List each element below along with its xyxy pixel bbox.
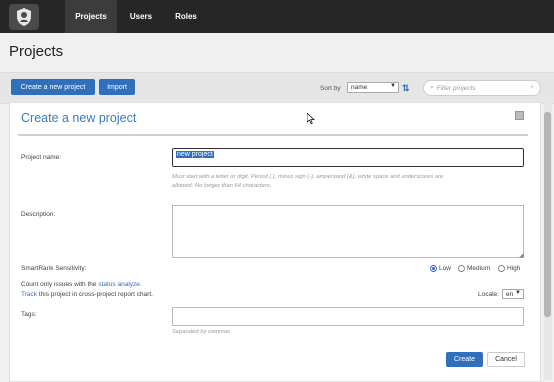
nav-tab-roles[interactable]: Roles [167, 0, 205, 33]
radio-low-label: Low [439, 265, 451, 272]
close-icon[interactable] [515, 111, 524, 120]
nav-tab-roles-label: Roles [175, 12, 197, 21]
status-analyze-link[interactable]: status analyze. [98, 281, 141, 288]
filter-projects-input[interactable]: ⌕ Filter projects × [423, 80, 541, 96]
filter-placeholder: Filter projects [436, 84, 476, 92]
sort-by-label: Sort by [320, 85, 341, 92]
chevron-down-icon: ▼ [515, 290, 521, 296]
locale-select[interactable]: en ▼ [502, 289, 524, 299]
scrollbar-thumb[interactable] [544, 112, 551, 317]
radio-low[interactable] [430, 265, 437, 272]
radio-high-label: High [507, 265, 521, 272]
description-textarea[interactable] [172, 205, 524, 258]
import-button[interactable]: Import [99, 79, 135, 95]
sort-by-select[interactable]: name ▼ [347, 82, 399, 93]
track-text-suffix: this project in cross-project report cha… [38, 291, 153, 298]
search-icon: ⌕ [430, 84, 434, 91]
nav-tab-projects[interactable]: Projects [65, 0, 117, 33]
create-button[interactable]: Create [446, 352, 483, 367]
radio-medium[interactable] [458, 265, 465, 272]
resize-handle-icon[interactable]: ◢ [519, 252, 524, 259]
tags-help: Separated by commas [172, 329, 230, 335]
page-title: Projects [9, 43, 64, 60]
divider [18, 134, 528, 136]
radio-high[interactable] [498, 265, 505, 272]
smartrank-label: SmartRank Sensitivity: [21, 265, 87, 272]
nav-tab-projects-label: Projects [75, 12, 107, 21]
create-project-button[interactable]: Create a new project [11, 79, 95, 95]
project-name-help-line-2: allowed. No longer than 64 characters. [172, 183, 272, 189]
tags-input[interactable] [172, 307, 524, 326]
project-name-label: Project name: [21, 154, 62, 161]
sort-direction-icon[interactable]: ⇅ [402, 83, 410, 94]
chevron-down-icon: ▼ [390, 83, 396, 89]
locale-value: en [506, 290, 514, 298]
project-name-value: new project [176, 151, 214, 158]
locale-label: Locale: [478, 291, 499, 298]
tags-label: Tags: [21, 311, 37, 318]
count-issues-prefix: Count only issues with the [21, 281, 97, 288]
project-name-help-line-1: Must start with a letter or digit. Perio… [172, 174, 444, 180]
nav-tab-users[interactable]: Users [123, 0, 159, 33]
app-logo-icon[interactable] [9, 4, 39, 30]
project-name-input[interactable]: new project [172, 148, 524, 167]
track-project-text: Track this project in cross-project repo… [21, 291, 153, 298]
sort-by-value: name [351, 84, 368, 91]
project-name-help: Must start with a letter or digit. Perio… [172, 173, 532, 191]
nav-tab-users-label: Users [129, 12, 153, 21]
count-issues-text: Count only issues with the status analyz… [21, 281, 142, 288]
dialog-title: Create a new project [21, 111, 137, 125]
radio-medium-label: Medium [467, 265, 491, 272]
clear-icon[interactable]: × [530, 84, 534, 91]
track-link[interactable]: Track [21, 291, 37, 298]
mouse-cursor-icon [306, 111, 315, 129]
description-label: Description: [21, 211, 56, 218]
cancel-button[interactable]: Cancel [487, 352, 525, 367]
